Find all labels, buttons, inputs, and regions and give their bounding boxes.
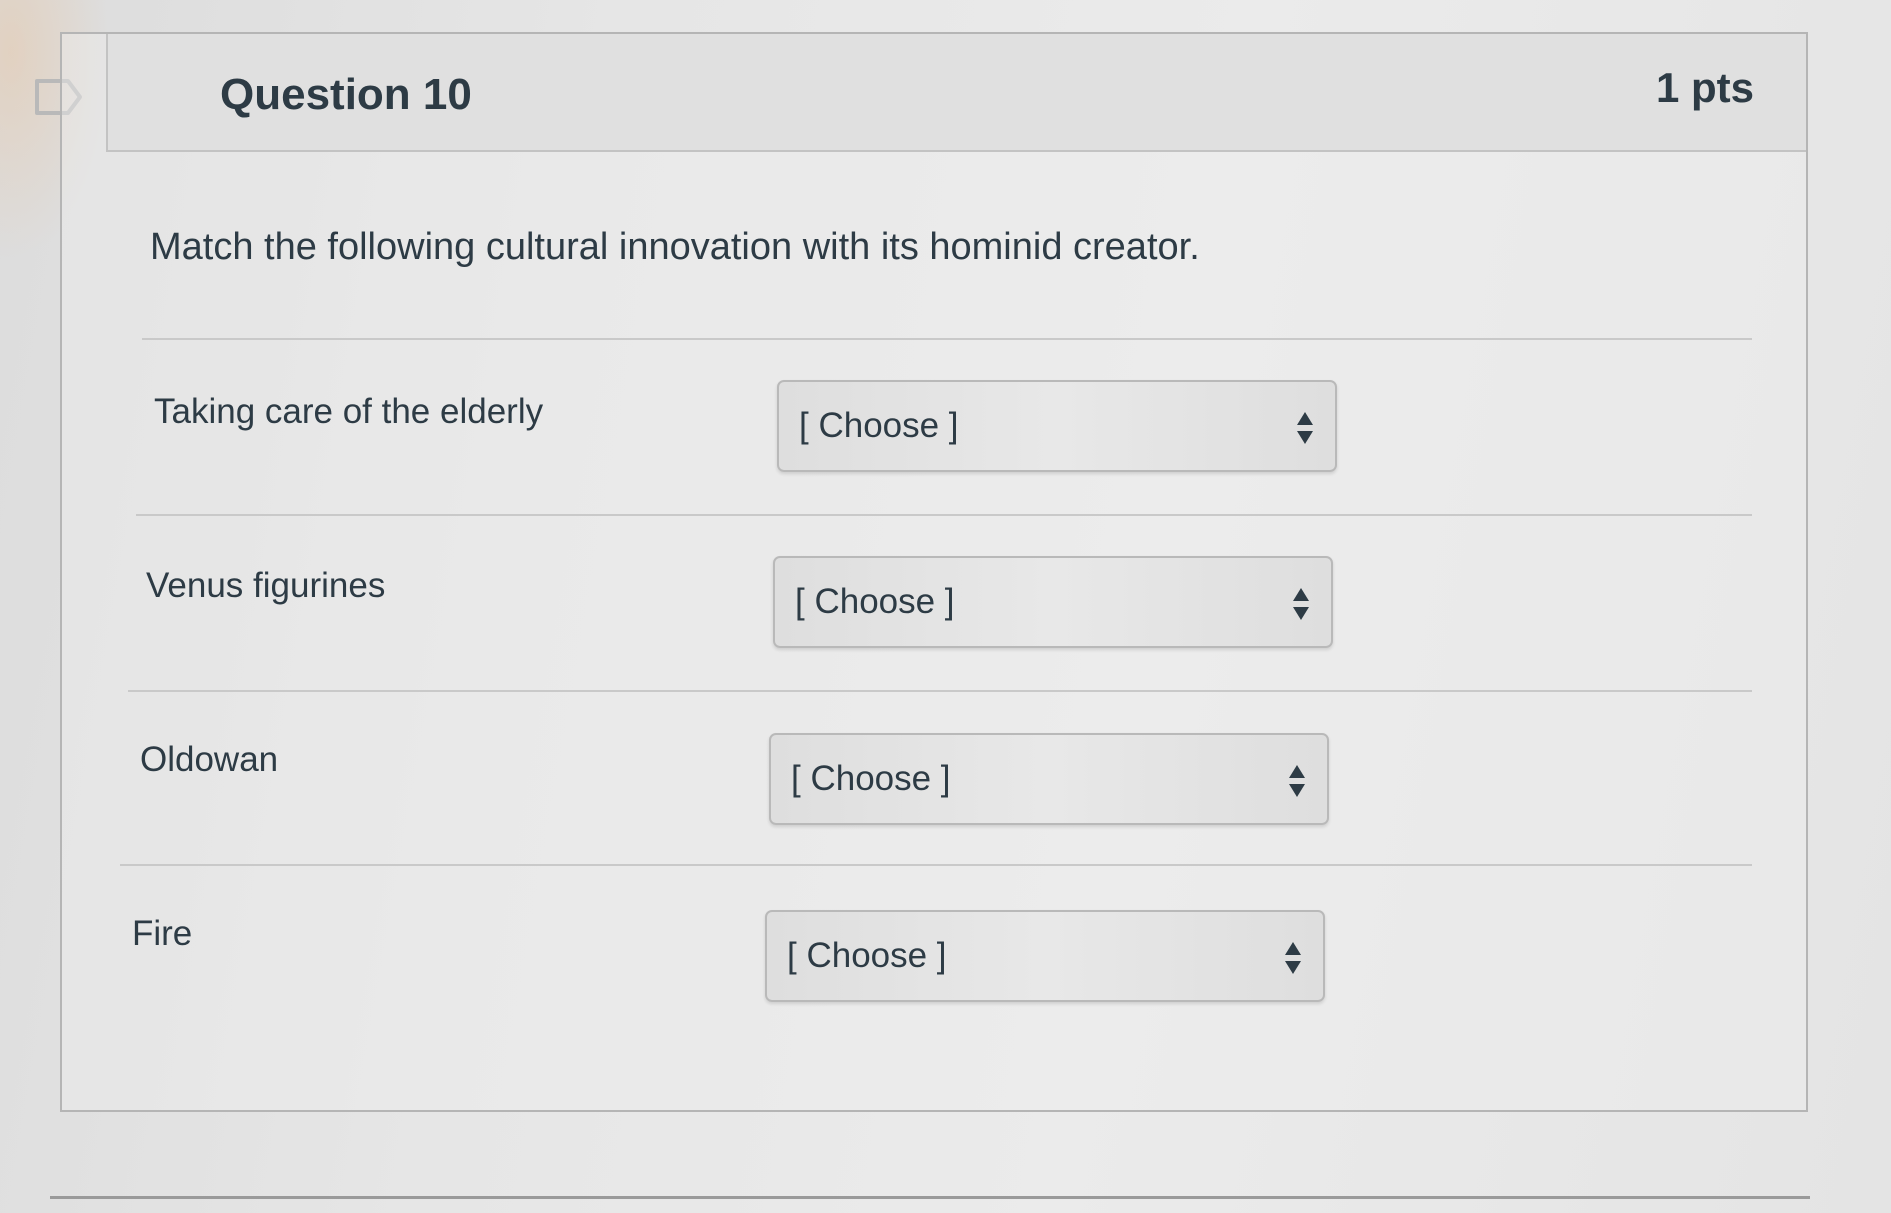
up-down-arrows-icon xyxy=(1285,942,1301,974)
match-label: Oldowan xyxy=(140,740,279,779)
match-select[interactable]: [ Choose ] xyxy=(773,556,1333,648)
up-down-arrows-icon xyxy=(1297,412,1313,444)
select-value: [ Choose ] xyxy=(799,406,959,445)
match-select[interactable]: [ Choose ] xyxy=(777,380,1337,472)
match-select[interactable]: [ Choose ] xyxy=(765,910,1325,1002)
up-down-arrows-icon xyxy=(1289,765,1305,797)
up-down-arrows-icon xyxy=(1293,588,1309,620)
divider xyxy=(120,864,1752,866)
question-header: Question 10 1 pts xyxy=(106,34,1806,152)
select-value: [ Choose ] xyxy=(787,936,947,975)
divider xyxy=(136,514,1752,516)
question-title: Question 10 xyxy=(220,70,472,119)
match-select[interactable]: [ Choose ] xyxy=(769,733,1329,825)
divider xyxy=(128,690,1752,692)
match-label: Fire xyxy=(132,914,193,953)
match-label: Venus figurines xyxy=(146,566,386,605)
select-value: [ Choose ] xyxy=(791,759,951,798)
question-card: Question 10 1 pts Match the following cu… xyxy=(60,32,1808,1112)
match-label: Taking care of the elderly xyxy=(154,392,544,431)
select-value: [ Choose ] xyxy=(795,582,955,621)
divider xyxy=(142,338,1752,340)
question-points: 1 pts xyxy=(1655,64,1754,111)
next-card-edge xyxy=(50,1196,1810,1199)
question-prompt: Match the following cultural innovation … xyxy=(150,226,1200,268)
